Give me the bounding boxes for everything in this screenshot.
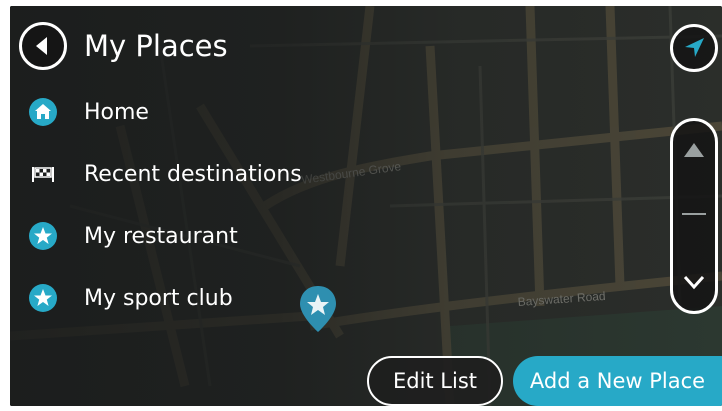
list-item-label: Home [84,99,149,125]
list-item-my-sport-club[interactable]: My sport club [10,267,330,329]
list-item-recent-destinations[interactable]: Recent destinations [10,143,330,205]
list-item-my-restaurant[interactable]: My restaurant [10,205,330,267]
list-item-label: My restaurant [84,223,238,249]
navigation-arrow-icon [685,38,704,57]
scroll-up-button[interactable] [673,123,715,177]
list-scrollbar[interactable] [670,118,718,314]
scroll-down-button[interactable] [673,255,715,309]
checkered-flag-icon [32,167,54,182]
places-list: Home Recent destinations My restaurant M… [10,81,330,329]
current-location-button[interactable] [670,24,718,72]
page-title: My Places [84,29,228,63]
star-icon [29,284,57,312]
arrow-left-icon [36,37,47,55]
edit-list-button[interactable]: Edit List [367,356,503,406]
chevron-down-icon [683,275,705,290]
star-icon [29,222,57,250]
scroll-thumb[interactable] [682,213,706,215]
app-screen: Westbourne Grove Bayswater Road My Place… [10,6,722,406]
chevron-up-icon [684,143,704,157]
list-item-label: My sport club [84,285,233,311]
add-new-place-button[interactable]: Add a New Place [513,356,722,406]
list-item-label: Recent destinations [84,161,302,187]
home-icon [29,98,57,126]
back-button[interactable] [19,22,67,70]
list-item-home[interactable]: Home [10,81,330,143]
